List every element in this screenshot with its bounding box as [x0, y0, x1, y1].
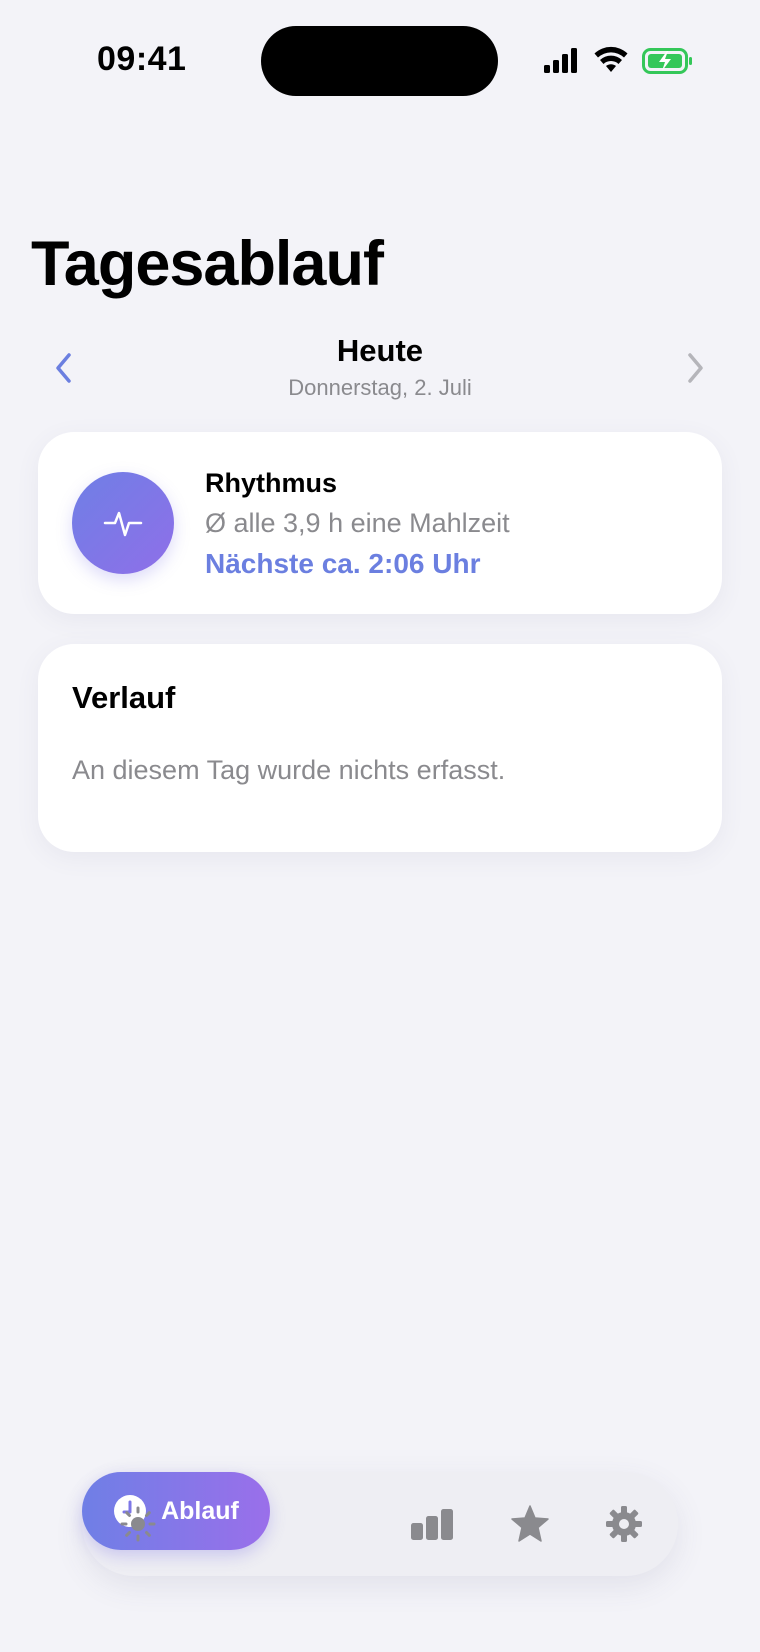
rhythm-average: Ø alle 3,9 h eine Mahlzeit — [205, 508, 510, 538]
history-card: Verlauf An diesem Tag wurde nichts erfas… — [38, 644, 722, 852]
rhythm-next-meal: Nächste ca. 2:06 Uhr — [205, 548, 481, 579]
rhythm-card: Rhythmus Ø alle 3,9 h eine Mahlzeit Näch… — [38, 432, 722, 614]
history-empty-text: An diesem Tag wurde nichts erfasst. — [72, 755, 506, 785]
bar-chart-icon — [411, 1509, 453, 1540]
tab-bar: Ablauf — [82, 1472, 678, 1576]
day-title: Heute — [336, 333, 424, 368]
tab-ablauf-label: Ablauf — [161, 1496, 239, 1525]
wifi-icon — [594, 46, 628, 72]
tab-settings[interactable] — [596, 1472, 652, 1576]
battery-charging-icon — [642, 48, 692, 74]
screen: 09:41 Tagesablauf Heute Donnerstag, 2. J… — [0, 0, 760, 1652]
tab-statistics[interactable] — [404, 1472, 460, 1576]
rhythm-title: Rhythmus — [205, 468, 338, 498]
history-title: Verlauf — [72, 680, 176, 715]
next-day-button[interactable] — [677, 348, 713, 388]
tab-today[interactable] — [110, 1472, 166, 1576]
cellular-signal-icon — [544, 48, 577, 73]
day-date: Donnerstag, 2. Juli — [288, 375, 472, 400]
page-title: Tagesablauf — [31, 229, 384, 299]
waveform-pulse-icon — [103, 511, 143, 537]
rhythm-badge — [72, 472, 174, 574]
sun-icon — [120, 1506, 156, 1542]
star-icon — [511, 1505, 549, 1542]
tab-favorites[interactable] — [502, 1472, 558, 1576]
dynamic-island — [261, 26, 498, 96]
gear-icon — [606, 1506, 642, 1542]
chevron-right-icon — [688, 353, 703, 383]
status-time: 09:41 — [97, 40, 187, 78]
